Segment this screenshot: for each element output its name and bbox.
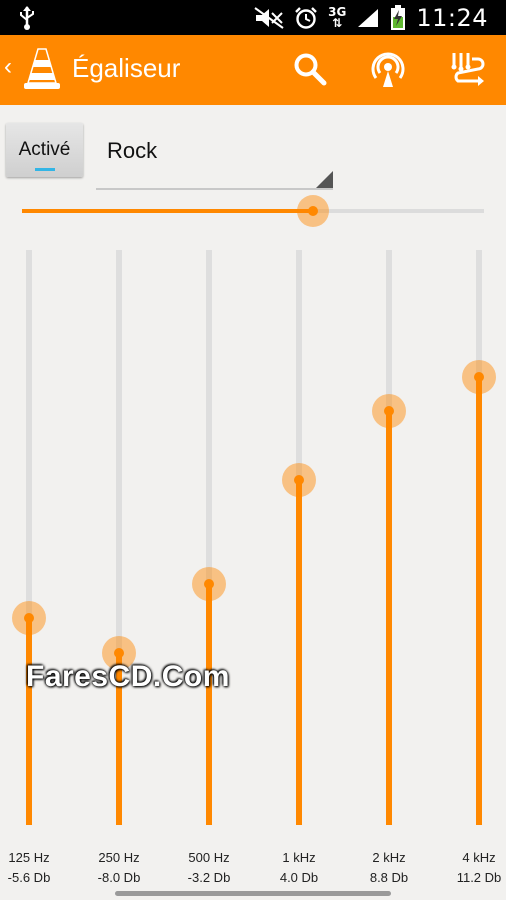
band-frequency-label: 125 Hz: [8, 850, 50, 865]
band-thumb[interactable]: [24, 613, 34, 623]
band-thumb[interactable]: [294, 475, 304, 485]
band-gain-label: -3.2 Db: [187, 870, 231, 885]
watermark: FaresCD.Com: [26, 660, 230, 693]
band-thumb[interactable]: [204, 578, 214, 589]
band-gain-label: 4.0 Db: [279, 870, 319, 885]
band-slider-1[interactable]: 125 Hz -5.6 Db: [0, 250, 59, 890]
band-frequency-label: 2 kHz: [372, 850, 406, 865]
band-slider-6[interactable]: 4 kHz 11.2 Db: [449, 250, 506, 890]
band-frequency-label: 500 Hz: [188, 850, 230, 865]
band-gain-label: 11.2 Db: [456, 870, 502, 885]
horizontal-scrollbar[interactable]: [115, 891, 391, 896]
band-fill: [386, 411, 392, 825]
band-thumb[interactable]: [474, 371, 484, 382]
band-gain-label: -8.0 Db: [97, 870, 141, 885]
band-gain-label: -5.6 Db: [7, 870, 51, 885]
band-thumb[interactable]: [384, 406, 394, 416]
band-fill: [296, 480, 302, 825]
band-frequency-label: 4 kHz: [462, 850, 496, 865]
band-thumb[interactable]: [114, 647, 124, 658]
band-frequency-label: 250 Hz: [98, 850, 140, 865]
band-fill: [26, 618, 32, 825]
band-frequency-label: 1 kHz: [282, 850, 316, 865]
band-slider-5[interactable]: 2 kHz 8.8 Db: [359, 250, 419, 890]
band-gain-label: 8.8 Db: [369, 870, 409, 885]
band-slider-3[interactable]: 500 Hz -3.2 Db: [179, 250, 239, 890]
band-slider-4[interactable]: 1 kHz 4.0 Db: [269, 250, 329, 890]
band-fill: [476, 376, 482, 825]
equalizer-bands: 125 Hz -5.6 Db 250 Hz -8.0 Db 500 Hz -3.2 Db 1…: [0, 0, 506, 900]
band-fill: [206, 583, 212, 825]
band-slider-2[interactable]: 250 Hz -8.0 Db: [89, 250, 149, 890]
